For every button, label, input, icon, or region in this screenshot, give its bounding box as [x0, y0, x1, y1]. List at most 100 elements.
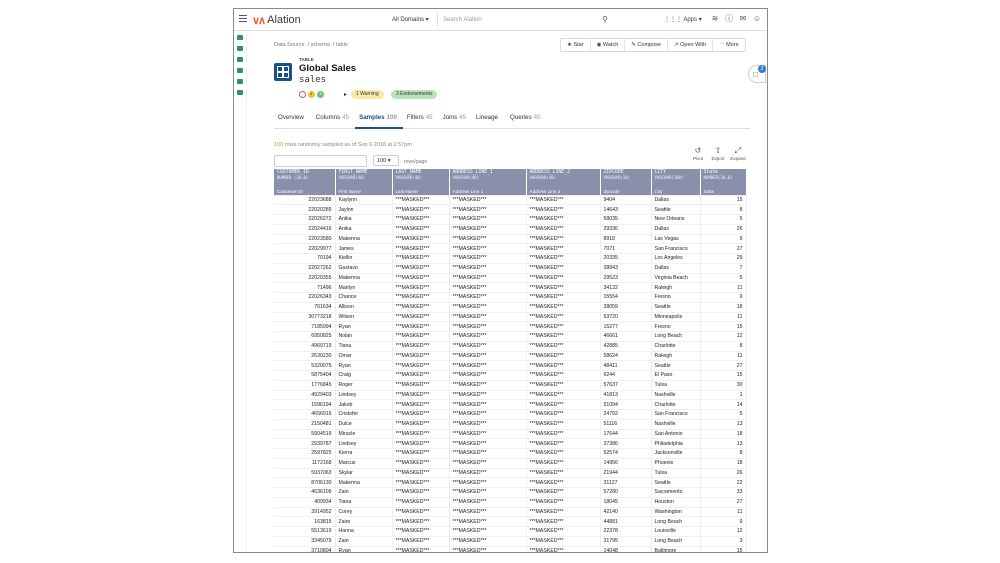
table-row[interactable]: 5937063 Skylar ***MASKED*** ***MASKED*** ***…: [274, 468, 747, 479]
filter-input[interactable]: [274, 155, 367, 167]
table-row[interactable]: 70194 Kiellin ***MASKED*** ***MASKED*** ***M…: [274, 253, 747, 264]
column-header[interactable]: CUSTOMER_ID NUMBER (38,0): [274, 169, 336, 189]
apps-menu[interactable]: ⋮⋮⋮ Apps ▾: [664, 14, 702, 26]
table-row[interactable]: 8706130 Makenna ***MASKED*** ***MASKED*** **…: [274, 477, 747, 488]
column-header[interactable]: ADDRESS_LINE_2 VARCHAR(40): [526, 169, 601, 189]
table-row[interactable]: 22026272 Anika ***MASKED*** ***MASKED*** ***…: [274, 214, 747, 225]
table-row[interactable]: 4969719 Tiana ***MASKED*** ***MASKED*** ***M…: [274, 341, 747, 352]
pivot-button[interactable]: ↺ Pivot: [688, 146, 708, 161]
tab-columns[interactable]: Columns 45: [312, 111, 355, 129]
table-row[interactable]: 1172168 Marcus ***MASKED*** ***MASKED*** ***…: [274, 458, 747, 469]
table-row[interactable]: 3914952 Corey ***MASKED*** ***MASKED*** ***M…: [274, 507, 747, 518]
tab-lineage[interactable]: Lineage: [472, 111, 506, 129]
table-row[interactable]: 4929403 Lindsey ***MASKED*** ***MASKED*** **…: [274, 390, 747, 401]
menu-icon[interactable]: [239, 15, 247, 23]
table-row[interactable]: 22026343 Chance ***MASKED*** ***MASKED*** **…: [274, 292, 747, 303]
table-row[interactable]: 22029977 James ***MASKED*** ***MASKED*** ***…: [274, 243, 747, 254]
table-row[interactable]: 22027262 Gustavo ***MASKED*** ***MASKED*** *…: [274, 263, 747, 274]
table-row[interactable]: 163815 Zaire ***MASKED*** ***MASKED*** ***MA…: [274, 516, 747, 527]
table-row[interactable]: 5875404 Craig ***MASKED*** ***MASKED*** ***M…: [274, 370, 747, 381]
status-dot-red[interactable]: [299, 91, 306, 98]
table-row[interactable]: 2939787 Lindsey ***MASKED*** ***MASKED*** **…: [274, 438, 747, 449]
expand-caret-icon[interactable]: ▸: [344, 91, 347, 98]
rail-articles-icon[interactable]: [237, 57, 243, 62]
column-header[interactable]: FIRST_NAME VARCHAR(40): [335, 169, 393, 189]
table-row[interactable]: 22023688 Kaylynn ***MASKED*** ***MASKED*** *…: [274, 195, 747, 206]
table-row[interactable]: 701634 Allison ***MASKED*** ***MASKED*** ***…: [274, 302, 747, 313]
endorsement-badge[interactable]: 3 Endorsements: [391, 90, 438, 99]
table-row[interactable]: 2597825 Kierra ***MASKED*** ***MASKED*** ***…: [274, 448, 747, 459]
export-button[interactable]: ⇧ Export: [708, 146, 728, 161]
table-cell: ***MASKED***: [526, 487, 601, 498]
table-row[interactable]: 71496 Marilyn ***MASKED*** ***MASKED*** ***M…: [274, 282, 747, 293]
compose-button[interactable]: ✎ Compose: [625, 39, 668, 51]
star-button[interactable]: ★ Star: [561, 39, 591, 51]
table-row[interactable]: 4656916 Cristofer ***MASKED*** ***MASKED***…: [274, 409, 747, 420]
expand-button[interactable]: ⤢ Expand: [728, 146, 748, 161]
table-row[interactable]: 4636109 Zain ***MASKED*** ***MASKED*** ***MA…: [274, 487, 747, 498]
table-cell: 15554: [600, 292, 652, 303]
table-row[interactable]: 22020285 Jaylon ***MASKED*** ***MASKED*** **…: [274, 204, 747, 215]
tab-filters[interactable]: Filters 45: [403, 111, 439, 129]
table-row[interactable]: 2150481 Dulce ***MASKED*** ***MASKED*** ***M…: [274, 419, 747, 430]
inbox-icon[interactable]: ✉: [738, 14, 748, 24]
table-cell: Houston: [651, 497, 701, 508]
rail-glossary-icon[interactable]: [237, 68, 243, 73]
table-row[interactable]: 22020355 Makenna ***MASKED*** ***MASKED*** *…: [274, 273, 747, 284]
status-dot-green[interactable]: 3: [317, 91, 324, 98]
table-row[interactable]: 6950825 Nolan ***MASKED*** ***MASKED*** ***M…: [274, 331, 747, 342]
table-cell: ***MASKED***: [526, 390, 601, 401]
table-row[interactable]: 30773218 Wilson ***MASKED*** ***MASKED*** **…: [274, 312, 747, 323]
table-row[interactable]: 5513619 Hanna ***MASKED*** ***MASKED*** ***M…: [274, 526, 747, 537]
table-row[interactable]: 2630230 Omar ***MASKED*** ***MASKED*** ***MA…: [274, 351, 747, 362]
table-row[interactable]: 1596194 Jakob ***MASKED*** ***MASKED*** ***M…: [274, 399, 747, 410]
alation-logo[interactable]: ∨∧ Alation: [252, 13, 301, 27]
column-header[interactable]: ADDRESS_LINE_1 VARCHAR(40): [449, 169, 527, 189]
more-button[interactable]: ⋯ More: [713, 39, 745, 51]
table-cell: 8706130: [274, 477, 336, 488]
chat-bubble-button[interactable]: □ 2: [748, 65, 766, 83]
rows-per-page-select[interactable]: 100 ▾: [373, 155, 399, 166]
sample-count: 100: [274, 142, 284, 148]
table-row[interactable]: 7185994 Ryan ***MASKED*** ***MASKED*** ***MA…: [274, 321, 747, 332]
column-header[interactable]: LAST_NAME VARCHAR(40): [392, 169, 450, 189]
search-icon[interactable]: ⚲: [602, 15, 608, 24]
table-row[interactable]: 3710804 Ryan ***MASKED*** ***MASKED*** ***MA…: [274, 546, 747, 552]
expand-label: Expand: [730, 156, 746, 161]
tab-queries[interactable]: Queries 45: [506, 111, 547, 129]
breadcrumb-table[interactable]: table: [336, 42, 348, 48]
rail-analytics-icon[interactable]: [237, 90, 243, 95]
domain-select[interactable]: All Domains ▾: [392, 14, 438, 26]
table-cell: 15: [700, 370, 747, 381]
tab-samples[interactable]: Samples 100: [355, 111, 403, 129]
help-icon[interactable]: ⓘ: [724, 14, 734, 24]
table-cell: ***MASKED***: [392, 360, 450, 371]
column-header[interactable]: CITY VARCHAR(100): [651, 169, 701, 189]
column-header[interactable]: ZIPCODE VARCHAR(10): [600, 169, 652, 189]
table-cell: 29336: [600, 224, 652, 235]
table-cell: ***MASKED***: [392, 468, 450, 479]
status-dot-yellow[interactable]: 1: [308, 91, 315, 98]
breadcrumb-data-source[interactable]: Data Source: [274, 42, 305, 48]
breadcrumb-schema[interactable]: schema: [311, 42, 330, 48]
watch-button[interactable]: ◉ Watch: [591, 39, 626, 51]
table-row[interactable]: 409934 Tiana ***MASKED*** ***MASKED*** ***MA…: [274, 497, 747, 508]
table-row[interactable]: 5320075 Ryan ***MASKED*** ***MASKED*** ***MA…: [274, 360, 747, 371]
warning-badge[interactable]: 1 Warning: [351, 90, 384, 99]
open-with-button[interactable]: ↗ Open With: [668, 39, 714, 51]
tab-overview[interactable]: Overview: [274, 111, 312, 129]
search-input[interactable]: Search Alation: [440, 14, 614, 26]
table-row[interactable]: 22023580 Makenna ***MASKED*** ***MASKED*** *…: [274, 234, 747, 245]
table-cell: 5513619: [274, 526, 336, 537]
column-header[interactable]: State NUMBER(38,0): [700, 169, 747, 189]
rail-catalog-icon[interactable]: [237, 35, 243, 40]
tab-joins[interactable]: Joins 45: [439, 111, 472, 129]
table-row[interactable]: 1776845 Roger ***MASKED*** ***MASKED*** ***M…: [274, 380, 747, 391]
table-row[interactable]: 5904519 Miracle ***MASKED*** ***MASKED*** **…: [274, 429, 747, 440]
rail-conversations-icon[interactable]: [237, 79, 243, 84]
settings-sliders-icon[interactable]: ≋: [710, 14, 720, 24]
table-row[interactable]: 3345079 Zain ***MASKED*** ***MASKED*** ***MA…: [274, 536, 747, 547]
table-row[interactable]: 22024416 Anika ***MASKED*** ***MASKED*** ***…: [274, 224, 747, 235]
user-icon[interactable]: ☺: [752, 14, 762, 24]
rail-sources-icon[interactable]: [237, 46, 243, 51]
